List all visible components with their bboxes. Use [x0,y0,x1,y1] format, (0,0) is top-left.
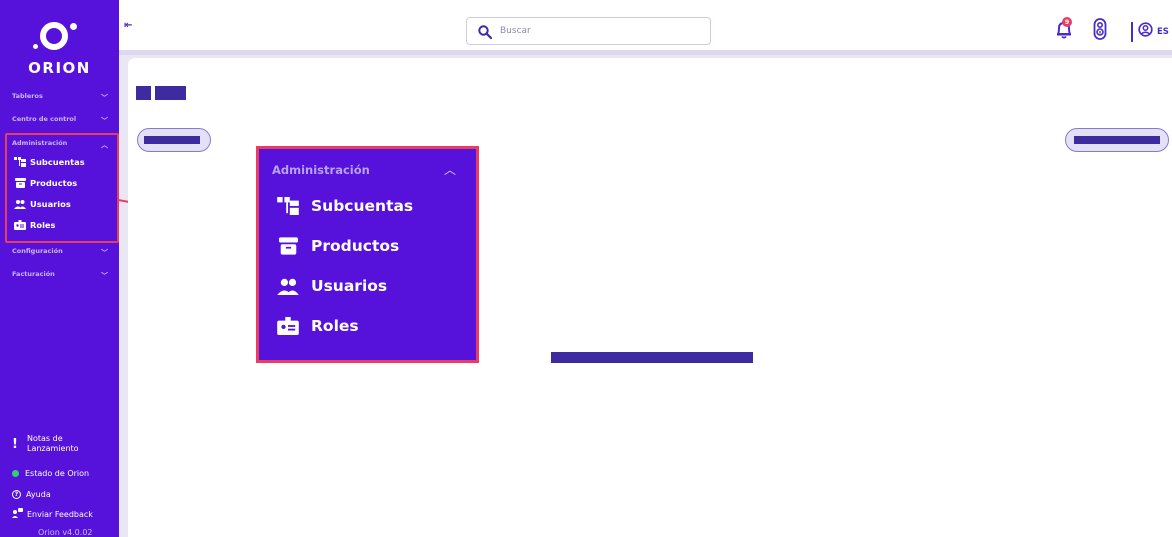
placeholder-bar [1074,136,1160,144]
chevron-down-icon: ﹀ [101,272,108,280]
zoomed-admin-menu: Administración ︿ Subcuentas Productos Us… [256,146,479,363]
zoom-item-label: Usuarios [311,277,388,295]
sidebar-section-label: Facturación [12,270,55,278]
zoom-item-subcuentas[interactable]: Subcuentas [277,195,413,217]
exclamation-icon: ! [12,436,18,452]
archive-box-icon [277,237,299,255]
placeholder-block [155,86,186,100]
topbar-separator [1131,22,1133,42]
placeholder-bar [551,352,753,363]
collapse-sidebar-icon[interactable]: ⇤ [124,20,132,31]
search-input[interactable] [500,24,700,38]
subaccounts-icon [277,197,299,215]
chevron-up-icon: ︿ [443,163,456,177]
users-icon [277,277,299,295]
placeholder-block [136,86,151,100]
orion-logo[interactable]: ORION [0,10,119,77]
help-icon: ? [12,490,21,499]
help-label: Ayuda [26,490,51,499]
zoom-item-label: Roles [311,317,359,335]
sidebar-section-configuracion[interactable]: Configuración ﹀ [12,247,112,261]
sidebar-section-label: Configuración [12,247,63,255]
placeholder-bar [144,136,200,144]
top-bar-divider [119,50,1172,55]
search-box[interactable] [466,17,711,45]
chevron-down-icon: ﹀ [101,117,108,125]
language-selector[interactable]: ES [1157,27,1169,37]
logo-text: ORION [28,59,91,77]
placeholder-pill-button[interactable] [137,128,211,152]
sidebar: ORION Tableros ﹀ Centro de control ﹀ Adm… [0,0,119,537]
status-label: Estado de Orion [25,469,90,478]
chevron-down-icon: ﹀ [101,94,108,102]
zoom-item-usuarios[interactable]: Usuarios [277,275,387,297]
logo-dot [33,44,38,49]
zoom-item-productos[interactable]: Productos [277,235,399,257]
chevron-down-icon: ﹀ [101,249,108,257]
logo-ring [40,22,68,50]
sidebar-section-label: Tableros [12,92,43,100]
sidebar-section-centro-de-control[interactable]: Centro de control ﹀ [12,115,112,129]
notification-badge: 9 [1062,17,1072,27]
id-badge-icon [277,317,299,335]
zoom-item-label: Subcuentas [311,197,414,215]
sidebar-section-label: Centro de control [12,115,77,123]
search-icon [478,24,493,43]
feedback-label: Enviar Feedback [27,509,93,519]
zoom-item-label: Productos [311,237,400,255]
logo-dot [70,23,77,30]
release-notes-link[interactable]: ! Notas de Lanzamiento [12,434,116,454]
send-feedback-link[interactable]: Enviar Feedback [12,508,116,520]
help-link[interactable]: ? Ayuda [12,490,116,499]
user-account-icon[interactable] [1138,22,1153,41]
placeholder-pill-button[interactable] [1065,128,1169,152]
feedback-icon [12,508,23,520]
version-label: Orion v4.0.02 [38,528,93,537]
lock-status-icon[interactable] [1093,18,1107,44]
release-notes-label: Notas de Lanzamiento [27,434,79,453]
orion-status-link[interactable]: Estado de Orion [12,469,116,478]
sidebar-section-tableros[interactable]: Tableros ﹀ [12,92,112,106]
zoom-section-label: Administración [272,163,370,177]
sidebar-section-facturacion[interactable]: Facturación ﹀ [12,270,112,284]
status-dot-icon [12,470,19,477]
zoom-item-roles[interactable]: Roles [277,315,359,337]
highlight-box [5,133,119,243]
